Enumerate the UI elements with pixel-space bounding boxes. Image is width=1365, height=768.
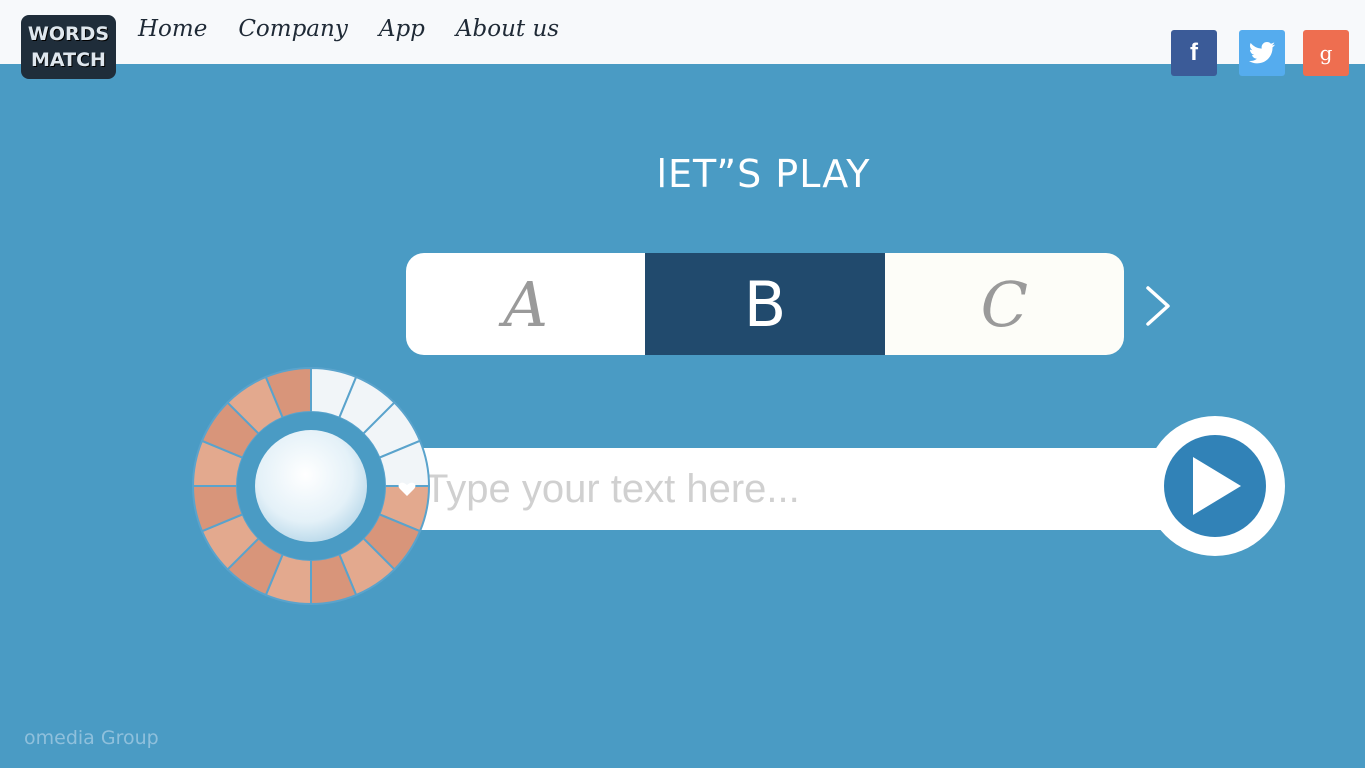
text-input[interactable] <box>424 456 1124 522</box>
twitter-button[interactable] <box>1239 30 1285 76</box>
option-c[interactable]: C <box>884 253 1124 355</box>
chevron-right-icon[interactable] <box>1142 284 1172 328</box>
words-match-logo[interactable]: WORDS MATCH <box>21 15 116 79</box>
option-a[interactable]: A <box>406 253 646 355</box>
selector-dial[interactable] <box>189 366 433 606</box>
option-b-selected[interactable]: B <box>645 253 885 355</box>
logo-line-2: MATCH <box>31 49 106 71</box>
logo-line-1: WORDS <box>27 23 110 45</box>
play-button[interactable] <box>1145 416 1285 556</box>
facebook-button[interactable]: f <box>1171 30 1217 76</box>
play-icon <box>1193 457 1241 515</box>
google-button[interactable]: g <box>1303 30 1349 76</box>
page-title: lET”S PLAY <box>656 152 871 196</box>
twitter-bird-icon <box>1249 42 1275 64</box>
nav-link-app[interactable]: App <box>379 16 425 42</box>
main-nav: Home Company App About us <box>138 16 590 42</box>
nav-link-about-us[interactable]: About us <box>456 16 559 42</box>
nav-link-company[interactable]: Company <box>238 16 348 42</box>
heart-icon <box>398 482 416 496</box>
play-button-inner <box>1164 435 1266 537</box>
google-icon: g <box>1319 41 1333 65</box>
footer-brand: omedia Group <box>24 727 159 749</box>
nav-link-home[interactable]: Home <box>138 16 207 42</box>
facebook-icon: f <box>1190 39 1198 66</box>
letter-options: A B C <box>406 253 1124 355</box>
